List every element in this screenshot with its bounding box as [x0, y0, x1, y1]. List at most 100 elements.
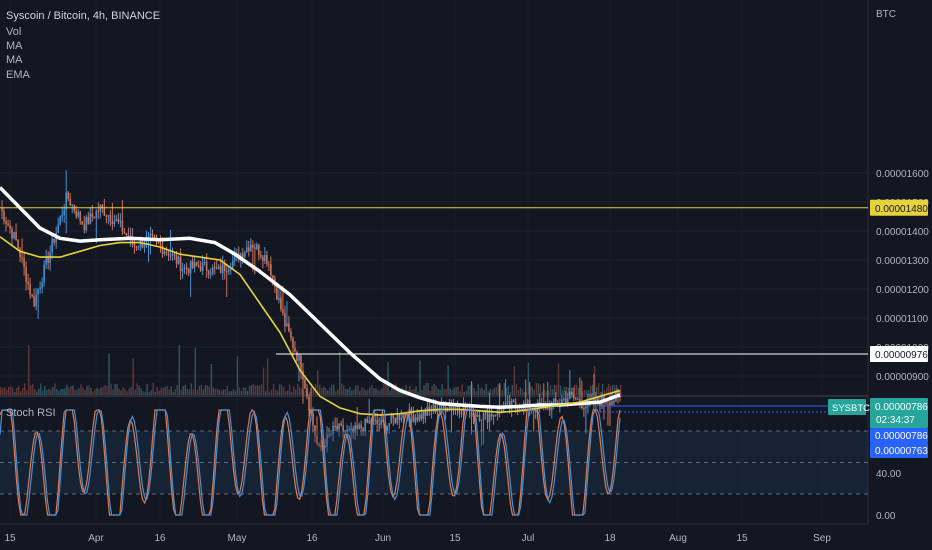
candle-body	[51, 239, 53, 253]
stoch-rsi-label[interactable]: Stoch RSI	[6, 407, 56, 419]
volume-bar	[18, 386, 20, 395]
volume-bar	[124, 388, 126, 395]
candle-body	[33, 296, 35, 307]
volume-bar	[288, 384, 291, 395]
volume-bar	[280, 384, 283, 395]
indicator-ma-2[interactable]: MA	[6, 54, 23, 66]
volume-bar	[112, 389, 114, 395]
volume-bar	[22, 388, 24, 395]
candle-body	[43, 264, 45, 283]
volume-bar	[202, 389, 205, 395]
candle-body	[446, 410, 449, 412]
volume-bar	[397, 391, 399, 395]
price-tick-label: 0.00001300	[876, 256, 929, 267]
candle-body	[412, 415, 415, 422]
volume-bar	[359, 390, 361, 395]
candle-body	[340, 423, 342, 426]
candle-body	[368, 420, 370, 423]
candle-body	[554, 398, 557, 403]
volume-bar	[160, 387, 162, 395]
candle-body	[223, 263, 226, 272]
chart-canvas[interactable]: 0.000016000.000015000.000014000.00001300…	[0, 0, 932, 550]
volume-bar	[345, 388, 347, 395]
volume-bar	[208, 386, 211, 395]
candle-body	[149, 233, 152, 236]
candle-body	[29, 283, 31, 295]
volume-bar	[613, 385, 616, 395]
candle-body	[290, 331, 292, 338]
volume-bar	[256, 385, 259, 395]
volume-bar	[535, 383, 538, 395]
candle-body	[286, 323, 288, 327]
volume-bar	[128, 388, 130, 395]
volume-bar	[224, 388, 227, 395]
volume-bar	[481, 387, 483, 395]
candle-body	[167, 252, 170, 257]
volume-bar	[531, 387, 534, 395]
volume-bar	[174, 389, 176, 395]
candle-body	[338, 423, 340, 430]
volume-bar	[28, 345, 30, 395]
volume-bar	[585, 390, 588, 395]
volume-bar	[114, 383, 116, 395]
volume-bar	[545, 391, 548, 395]
candle-body	[418, 414, 421, 421]
stoch-tick-label: 0.00	[876, 511, 896, 522]
volume-bar	[443, 388, 445, 395]
volume-bar	[106, 385, 108, 395]
indicator-ma-1[interactable]: MA	[6, 40, 23, 52]
volume-bar	[2, 387, 4, 395]
volume-bar	[429, 390, 431, 395]
candle-body	[193, 262, 196, 268]
volume-bar	[100, 387, 102, 395]
volume-bar	[70, 385, 72, 395]
candle-body	[45, 258, 47, 265]
candle-body	[252, 245, 254, 248]
time-tick-label: 15	[736, 533, 748, 544]
candle-body	[278, 297, 280, 300]
volume-bar	[461, 384, 463, 395]
volume-bar	[252, 384, 255, 395]
volume-bar	[260, 384, 263, 395]
volume-bar	[154, 391, 156, 395]
volume-bar	[503, 383, 506, 395]
indicator-ema[interactable]: EMA	[6, 69, 31, 81]
volume-bar	[138, 385, 140, 395]
volume-bar	[234, 391, 237, 395]
volume-bar	[210, 364, 213, 395]
volume-bar	[206, 385, 209, 395]
volume-bar	[451, 389, 453, 395]
volume-bar	[212, 387, 215, 395]
candle-body	[569, 392, 571, 399]
symbol-tag-text: SYSBTC	[832, 403, 870, 414]
volume-bar	[463, 391, 465, 395]
volume-bar	[134, 389, 136, 395]
volume-bar	[519, 387, 522, 395]
volume-bar	[60, 389, 62, 395]
candle-body	[143, 244, 146, 248]
candle-body	[611, 401, 613, 406]
time-tick-label: 18	[604, 533, 616, 544]
volume-bar	[66, 384, 68, 395]
volume-bar	[62, 389, 64, 395]
volume-bar	[72, 385, 74, 395]
volume-bar	[583, 389, 586, 395]
candle-body	[227, 269, 230, 272]
candle-body	[125, 232, 128, 235]
volume-bar	[493, 387, 495, 395]
candle-body	[135, 246, 138, 248]
volume-bar	[447, 365, 449, 395]
candle-body	[486, 411, 489, 422]
volume-bar	[557, 363, 560, 395]
volume-bar	[180, 389, 182, 395]
candle-body	[350, 428, 352, 430]
volume-bar	[94, 389, 96, 395]
candle-body	[494, 414, 497, 416]
volume-bar	[377, 389, 379, 395]
volume-bar	[419, 360, 421, 395]
candle-body	[93, 216, 96, 218]
volume-bar	[274, 390, 277, 395]
indicator-vol[interactable]: Vol	[6, 26, 21, 38]
volume-bar	[351, 390, 353, 395]
volume-bar	[521, 388, 524, 395]
